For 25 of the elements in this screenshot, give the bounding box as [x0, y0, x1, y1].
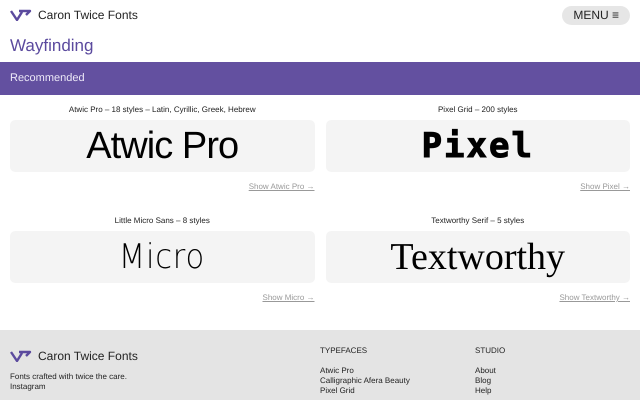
- footer-heading: STUDIO: [475, 346, 506, 356]
- footer-brand[interactable]: Caron Twice Fonts: [38, 347, 138, 365]
- footer-link[interactable]: Calligraphic Afera Beauty: [320, 376, 475, 386]
- font-caption: Pixel Grid – 200 styles: [436, 104, 519, 116]
- menu-button[interactable]: MENU ≡: [562, 6, 630, 24]
- font-sample-card[interactable]: Micro: [10, 231, 314, 283]
- footer-logo-icon: [10, 350, 32, 362]
- footer-link[interactable]: Blog: [475, 376, 630, 386]
- logo-icon: [10, 9, 32, 21]
- footer-heading: TYPEFACES: [320, 346, 368, 356]
- footer-link[interactable]: Help: [475, 386, 630, 396]
- footer-tagline: Fonts crafted with twice the care.: [10, 372, 128, 382]
- font-caption: Textworthy Serif – 5 styles: [430, 215, 526, 227]
- font-sample-card[interactable]: Pixel: [326, 120, 630, 172]
- font-caption: Atwic Pro – 18 styles – Latin, Cyrillic, Greek, Hebrew: [68, 104, 257, 116]
- section-bar: Recommended: [0, 62, 640, 95]
- footer-link[interactable]: Pixel Grid: [320, 386, 475, 396]
- footer-link[interactable]: About: [475, 366, 630, 376]
- brand-name[interactable]: Caron Twice Fonts: [38, 6, 138, 24]
- footer-link[interactable]: Atwic Pro: [320, 366, 475, 376]
- page-title: Wayfinding: [9, 34, 94, 57]
- font-caption: Little Micro Sans – 8 styles: [114, 215, 211, 227]
- social-link[interactable]: Instagram: [10, 382, 320, 392]
- font-sample-card[interactable]: Textworthy: [326, 231, 630, 283]
- font-sample-card[interactable]: Atwic Pro: [10, 120, 314, 172]
